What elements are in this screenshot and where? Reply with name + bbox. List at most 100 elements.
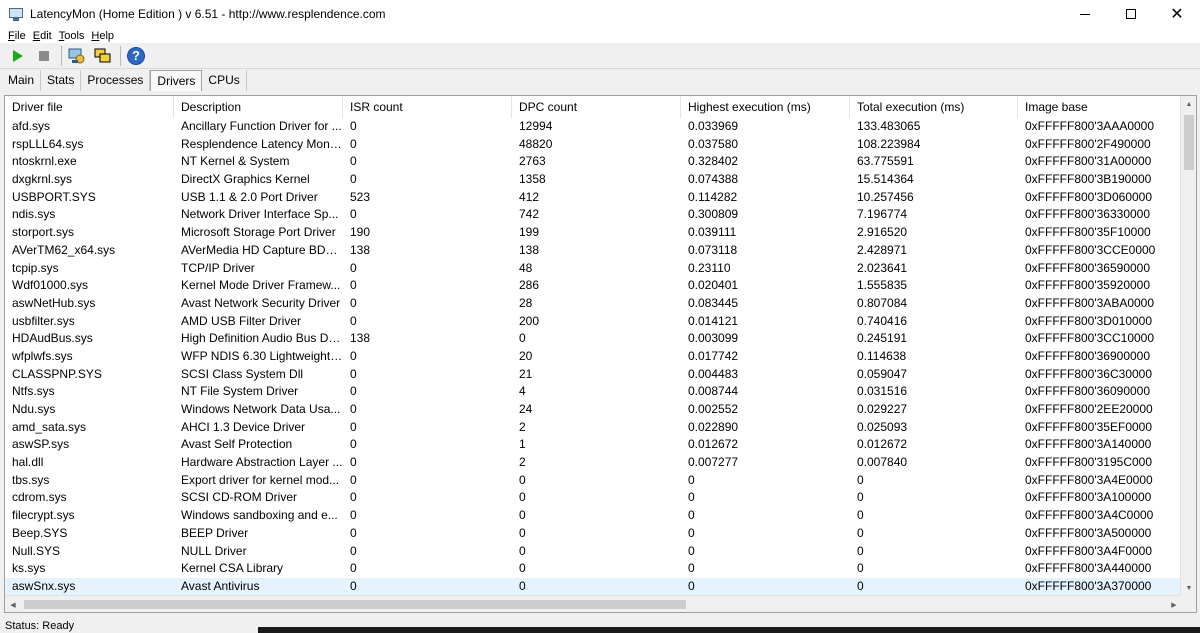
process-button[interactable]: [65, 44, 89, 68]
cell-total-execution: 0.025093: [857, 419, 908, 434]
windows-button[interactable]: [91, 44, 115, 68]
table-row[interactable]: Null.SYS NULL Driver 0 0 0 0 0xFFFFF800'3A4F00…: [5, 543, 1182, 561]
drivers-table[interactable]: Driver file Description ISR count DPC count…: [4, 95, 1197, 613]
menu-help[interactable]: Help: [91, 30, 114, 42]
table-row[interactable]: USBPORT.SYS USB 1.1 & 2.0 Port Driver 523 4…: [5, 189, 1182, 207]
scroll-left-icon[interactable]: ◀: [5, 596, 21, 612]
tab-drivers[interactable]: Drivers: [150, 70, 203, 91]
table-row[interactable]: rspLLL64.sys Resplendence Latency Monit..…: [5, 136, 1182, 154]
cell-total-execution: 2.023641: [857, 260, 908, 275]
table-row[interactable]: tbs.sys Export driver for kernel mod... 0 0…: [5, 472, 1182, 490]
cell-image-base: 0xFFFFF800'35F10000: [1025, 225, 1151, 240]
tab-cpus[interactable]: CPUs: [202, 70, 247, 91]
horizontal-scrollbar[interactable]: ◀ ▶: [5, 595, 1182, 612]
cell-isr-count: 0: [350, 207, 357, 222]
cell-highest-execution: 0.002552: [688, 402, 739, 416]
cell-driver-file: filecrypt.sys: [12, 508, 75, 523]
menu-edit[interactable]: Edit: [33, 30, 52, 42]
horizontal-scroll-thumb[interactable]: [24, 600, 686, 609]
table-row[interactable]: Ntfs.sys NT File System Driver 0 4 0.008744 0…: [5, 383, 1182, 401]
maximize-icon: [1126, 9, 1136, 19]
cell-total-execution: 0: [857, 561, 864, 576]
table-row[interactable]: storport.sys Microsoft Storage Port Drive…: [5, 224, 1182, 242]
table-row[interactable]: CLASSPNP.SYS SCSI Class System Dll 0 21 0.00…: [5, 366, 1182, 384]
cell-dpc-count: 1358: [519, 172, 546, 187]
cell-isr-count: 0: [350, 172, 357, 187]
table-row[interactable]: Ndu.sys Windows Network Data Usa... 0 24 0.0…: [5, 401, 1182, 419]
menu-tools[interactable]: Tools: [59, 30, 85, 42]
scroll-up-icon[interactable]: ▲: [1181, 96, 1196, 112]
cell-image-base: 0xFFFFF800'3A4E0000: [1025, 472, 1153, 487]
table-row[interactable]: wfplwfs.sys WFP NDIS 6.30 Lightweight ...…: [5, 348, 1182, 366]
column-header-dpc-count[interactable]: DPC count: [512, 96, 681, 118]
cell-dpc-count: 2: [519, 419, 526, 434]
maximize-button[interactable]: [1108, 0, 1154, 28]
cell-description: AVerMedia HD Capture BDA ...: [181, 242, 343, 257]
play-icon: [13, 49, 23, 62]
table-row[interactable]: hal.dll Hardware Abstraction Layer ... 0 2 0…: [5, 454, 1182, 472]
vertical-scrollbar[interactable]: ▲ ▼: [1180, 96, 1196, 596]
cell-total-execution: 0.059047: [857, 366, 908, 381]
help-button[interactable]: ?: [124, 44, 148, 68]
cell-dpc-count: 0: [519, 578, 526, 593]
table-row[interactable]: amd_sata.sys AHCI 1.3 Device Driver 0 2 0.02…: [5, 419, 1182, 437]
cell-dpc-count: 21: [519, 366, 533, 381]
table-row[interactable]: aswSnx.sys Avast Antivirus 0 0 0 0 0xFFFFF800'…: [5, 577, 1182, 596]
cell-driver-file: aswSP.sys: [12, 437, 70, 452]
column-header-driver-file[interactable]: Driver file: [5, 96, 174, 118]
column-header-image-base[interactable]: Image base: [1018, 96, 1182, 118]
stop-button[interactable]: [32, 44, 56, 68]
menu-file[interactable]: File: [8, 30, 26, 42]
column-header-description[interactable]: Description: [174, 96, 343, 118]
minimize-icon: [1080, 13, 1090, 15]
cell-description: NULL Driver: [181, 543, 247, 558]
cell-total-execution: 1.555835: [857, 278, 908, 293]
table-body: afd.sys Ancillary Function Driver for ...…: [5, 118, 1182, 596]
column-header-isr-count[interactable]: ISR count: [343, 96, 512, 118]
scroll-down-icon[interactable]: ▼: [1181, 580, 1196, 596]
cell-isr-count: 0: [350, 490, 357, 505]
minimize-button[interactable]: [1062, 0, 1108, 28]
table-row[interactable]: filecrypt.sys Windows sandboxing and e...…: [5, 507, 1182, 525]
table-row[interactable]: Beep.SYS BEEP Driver 0 0 0 0 0xFFFFF800'3A5000…: [5, 525, 1182, 543]
cell-dpc-count: 0: [519, 525, 526, 540]
cell-description: Export driver for kernel mod...: [181, 472, 340, 487]
cell-description: High Definition Audio Bus Dri...: [181, 331, 343, 346]
table-row[interactable]: ks.sys Kernel CSA Library 0 0 0 0 0xFFFFF800'3…: [5, 560, 1182, 578]
cell-highest-execution: 0.074388: [688, 172, 739, 187]
cell-isr-count: 0: [350, 508, 357, 523]
cell-isr-count: 0: [350, 402, 357, 416]
table-row[interactable]: AVerTM62_x64.sys AVerMedia HD Capture BDA…: [5, 242, 1182, 260]
table-row[interactable]: cdrom.sys SCSI CD-ROM Driver 0 0 0 0 0xFFFFF80…: [5, 489, 1182, 507]
cell-driver-file: tcpip.sys: [12, 260, 59, 275]
cell-driver-file: hal.dll: [12, 455, 44, 470]
cell-isr-count: 0: [350, 260, 357, 275]
tab-processes[interactable]: Processes: [81, 70, 151, 91]
cell-image-base: 0xFFFFF800'3A440000: [1025, 561, 1152, 576]
cell-isr-count: 523: [350, 189, 371, 204]
table-row[interactable]: ndis.sys Network Driver Interface Sp... 0 7…: [5, 206, 1182, 224]
cell-image-base: 0xFFFFF800'36330000: [1025, 207, 1151, 222]
table-row[interactable]: usbfilter.sys AMD USB Filter Driver 0 200 0.…: [5, 313, 1182, 331]
cell-total-execution: 10.257456: [857, 189, 914, 204]
column-header-highest-execution[interactable]: Highest execution (ms): [681, 96, 850, 118]
table-row[interactable]: Wdf01000.sys Kernel Mode Driver Framew...…: [5, 277, 1182, 295]
tab-main[interactable]: Main: [2, 70, 42, 91]
table-row[interactable]: HDAudBus.sys High Definition Audio Bus Dr…: [5, 330, 1182, 348]
table-row[interactable]: dxgkrnl.sys DirectX Graphics Kernel 0 1358 0…: [5, 171, 1182, 189]
table-row[interactable]: tcpip.sys TCP/IP Driver 0 48 0.23110 2.023641…: [5, 260, 1182, 278]
vertical-scroll-thumb[interactable]: [1184, 115, 1194, 170]
cell-highest-execution: 0.014121: [688, 313, 739, 328]
cell-dpc-count: 4: [519, 384, 526, 399]
table-row[interactable]: ntoskrnl.exe NT Kernel & System 0 2763 0.328…: [5, 153, 1182, 171]
column-header-total-execution[interactable]: Total execution (ms): [850, 96, 1018, 118]
table-row[interactable]: aswSP.sys Avast Self Protection 0 1 0.012672…: [5, 436, 1182, 454]
close-button[interactable]: ✕: [1154, 0, 1200, 28]
cell-isr-count: 0: [350, 437, 357, 452]
start-button[interactable]: [6, 44, 30, 68]
table-row[interactable]: afd.sys Ancillary Function Driver for ...…: [5, 118, 1182, 136]
cell-highest-execution: 0.039111: [688, 225, 737, 240]
tab-stats[interactable]: Stats: [41, 70, 82, 91]
cell-total-execution: 0.012672: [857, 437, 908, 452]
table-row[interactable]: aswNetHub.sys Avast Network Security Driv…: [5, 295, 1182, 313]
